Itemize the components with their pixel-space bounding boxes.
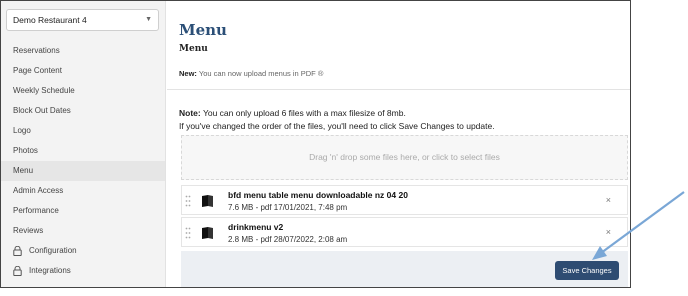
annotation-arrow-icon <box>592 191 685 260</box>
